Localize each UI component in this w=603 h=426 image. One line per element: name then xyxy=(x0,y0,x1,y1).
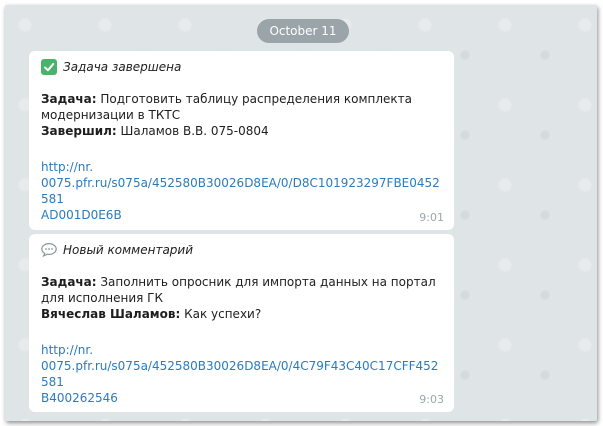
message-time: 9:03 xyxy=(419,393,444,406)
comment-text: Как успехи? xyxy=(180,307,262,321)
speech-bubble-icon xyxy=(41,242,57,258)
check-icon xyxy=(41,59,57,75)
task-link-part[interactable]: http://nr. xyxy=(41,159,441,175)
task-line: Задача: Заполнить опросник для импорта д… xyxy=(41,274,442,290)
completed-by-line: Завершил: Шаламов В.В. 075-0804 xyxy=(41,123,442,139)
task-text-continued: модернизации в ТКТС xyxy=(41,108,181,122)
task-label: Задача: xyxy=(41,275,97,289)
task-link-part[interactable]: B400262546 xyxy=(41,390,441,406)
completed-by-value: Шаламов В.В. 075-0804 xyxy=(116,124,269,138)
chat-window: October 11 Задача завершена Задача: Подг… xyxy=(5,5,597,421)
task-text: Заполнить опросник для импорта данных на… xyxy=(96,275,436,289)
message-header: Новый комментарий xyxy=(41,240,442,260)
task-link-part[interactable]: 0075.pfr.ru/s075a/452580B30026D8EA/0/4C7… xyxy=(41,358,441,390)
message-header-text: Новый комментарий xyxy=(63,243,194,257)
task-link[interactable]: http://nr. 0075.pfr.ru/s075a/452580B3002… xyxy=(41,342,441,406)
task-text: Подготовить таблицу распределения компле… xyxy=(96,92,413,106)
message-time: 9:01 xyxy=(419,211,444,224)
completed-by-label: Завершил: xyxy=(41,124,117,138)
task-label: Задача: xyxy=(41,92,97,106)
message-bubble[interactable]: Задача завершена Задача: Подготовить таб… xyxy=(29,51,454,230)
task-link-part[interactable]: http://nr. xyxy=(41,342,441,358)
comment-author: Вячеслав Шаламов: xyxy=(41,307,181,321)
date-separator: October 11 xyxy=(257,19,349,43)
task-line: Задача: Подготовить таблицу распределени… xyxy=(41,91,442,107)
comment-line: Вячеслав Шаламов: Как успехи? xyxy=(41,306,442,322)
task-text-continued: для исполнения ГК xyxy=(41,291,163,305)
task-link[interactable]: http://nr. 0075.pfr.ru/s075a/452580B3002… xyxy=(41,159,441,223)
message-header: Задача завершена xyxy=(41,57,442,77)
message-header-text: Задача завершена xyxy=(63,60,182,74)
message-bubble[interactable]: Новый комментарий Задача: Заполнить опро… xyxy=(29,234,454,412)
task-link-part[interactable]: 0075.pfr.ru/s075a/452580B30026D8EA/0/D8C… xyxy=(41,175,441,207)
task-link-part[interactable]: AD001D0E6B xyxy=(41,207,441,223)
